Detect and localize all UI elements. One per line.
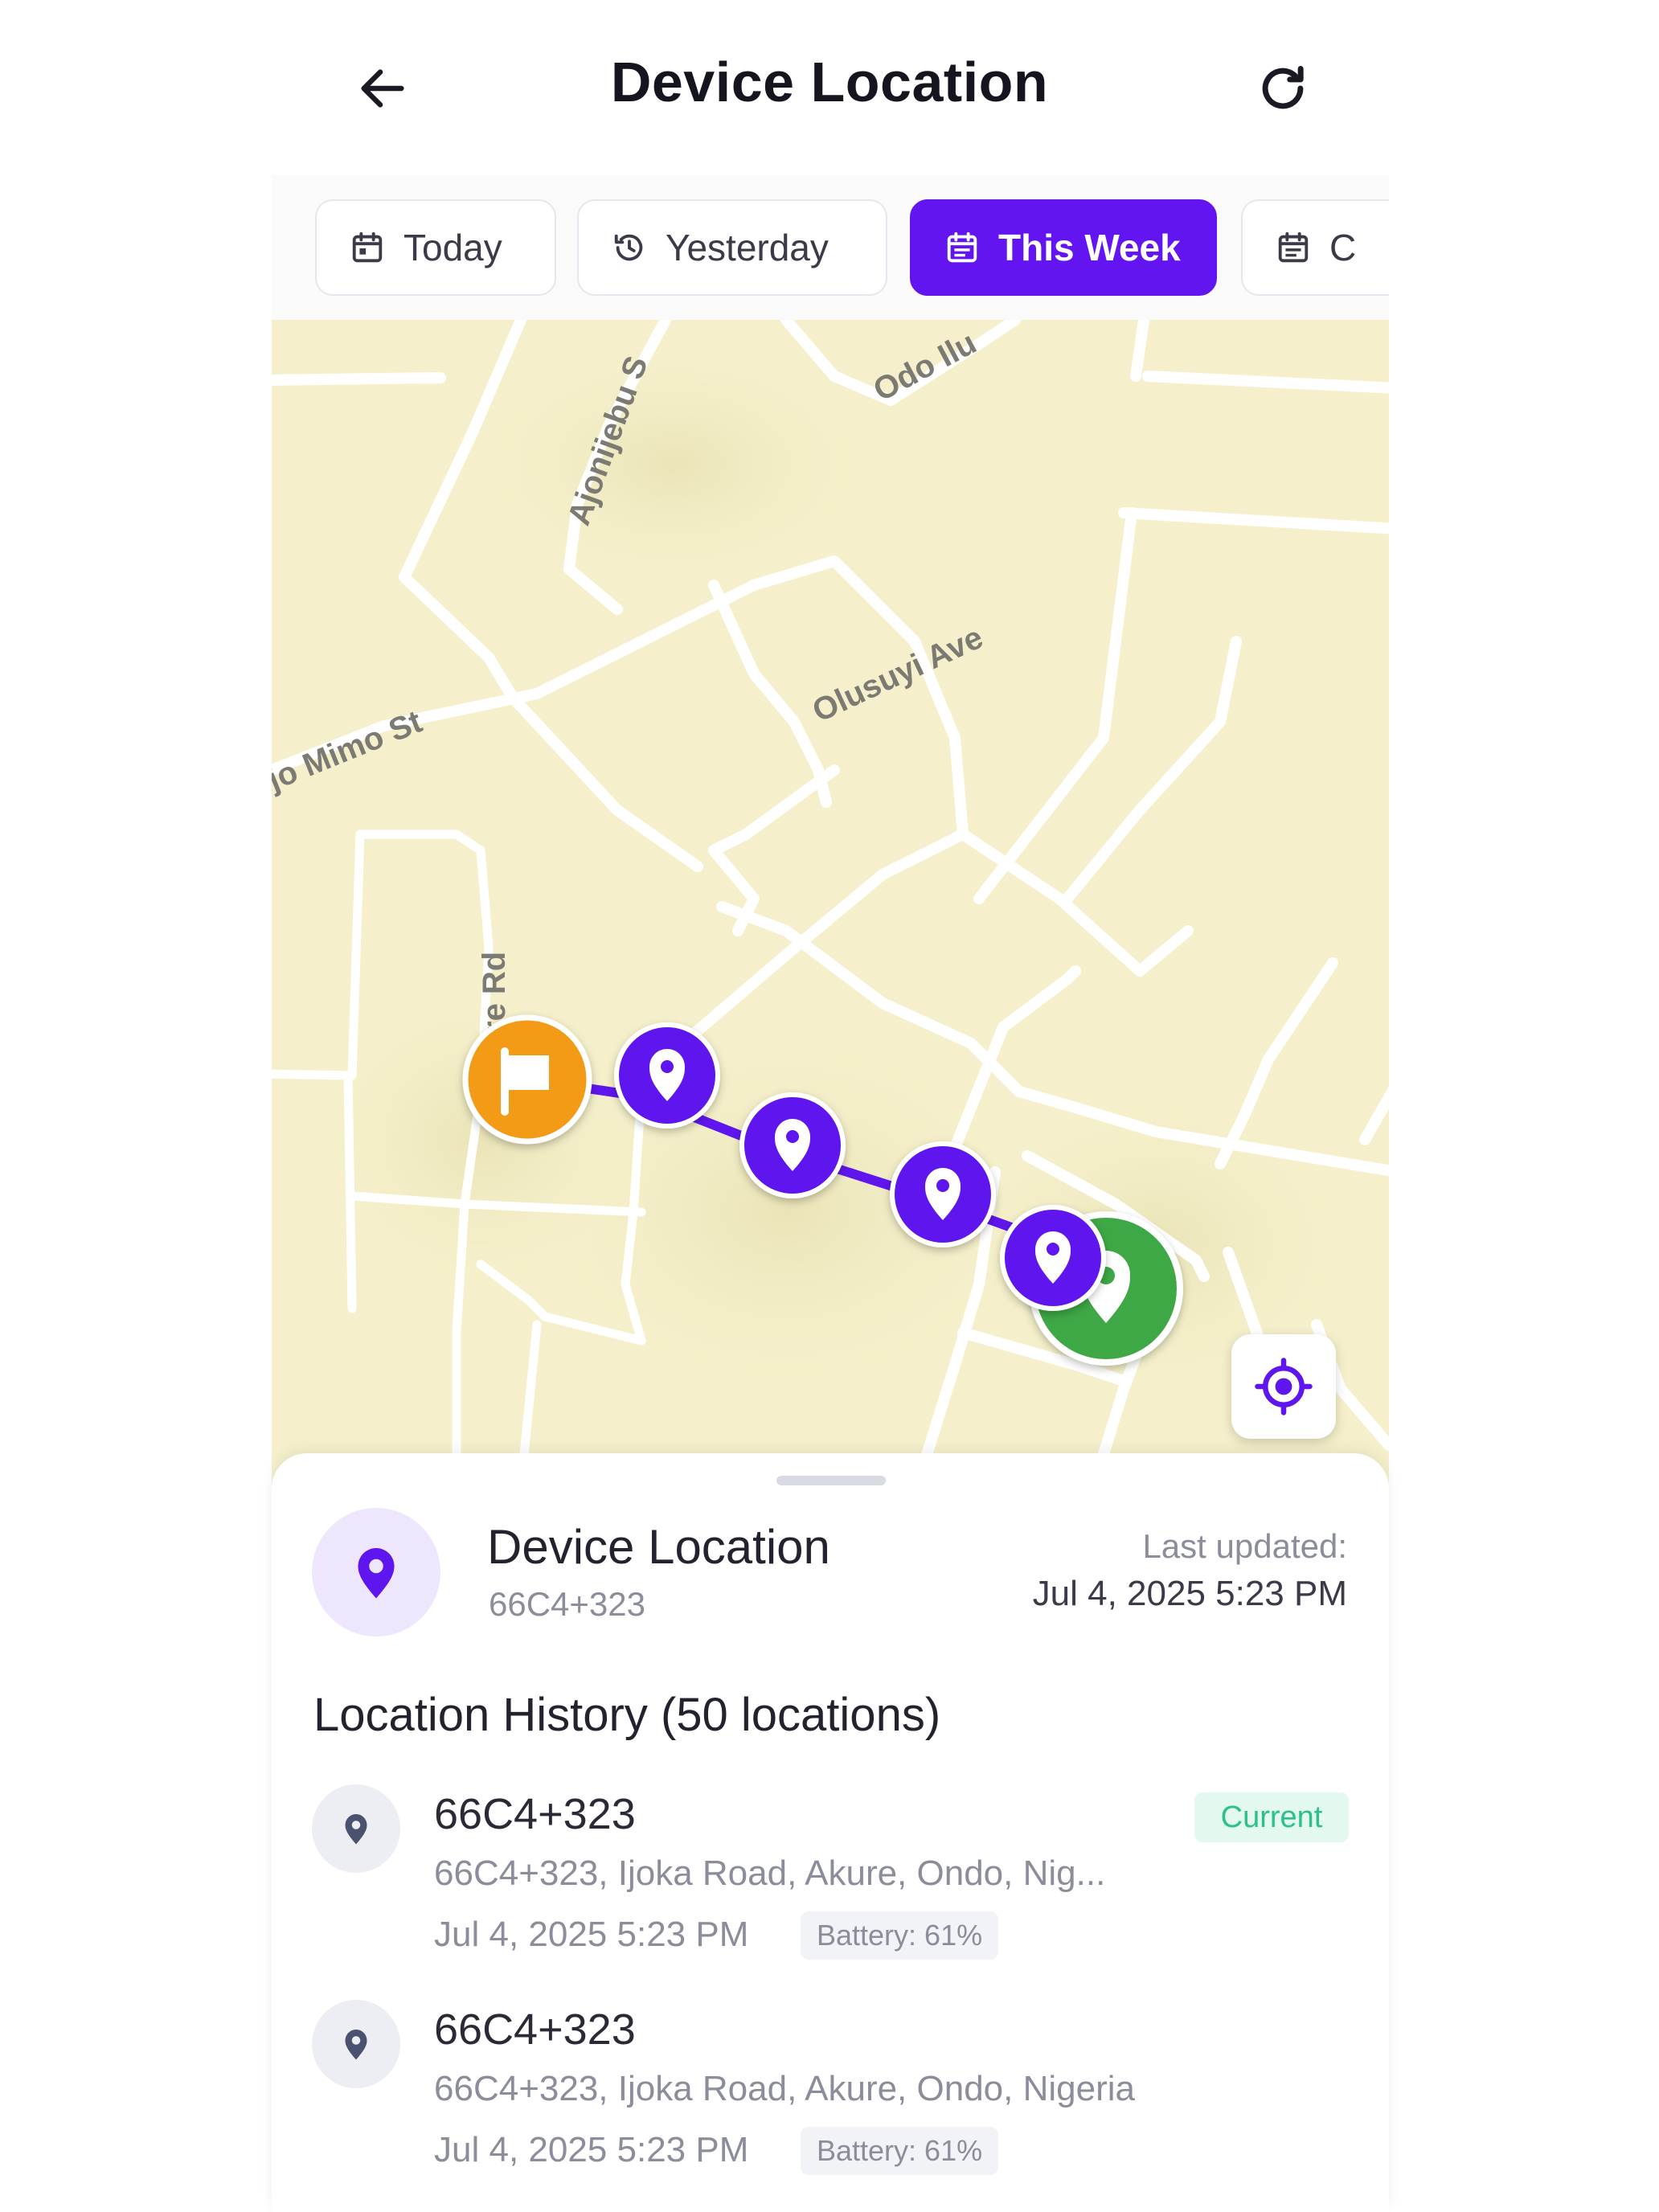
history-item-time: Jul 4, 2025 5:23 PM — [434, 1915, 749, 1954]
chip-custom[interactable]: C — [1241, 199, 1389, 296]
history-item-icon — [312, 1784, 400, 1873]
crosshair-icon — [1255, 1358, 1313, 1415]
battery-badge: Battery: 61% — [801, 1911, 999, 1960]
chip-this-week[interactable]: This Week — [910, 199, 1217, 296]
history-title: Location History (50 locations) — [313, 1689, 941, 1741]
chip-label: Today — [403, 227, 502, 268]
waypoint-marker[interactable] — [890, 1141, 996, 1247]
refresh-button[interactable] — [1235, 40, 1331, 137]
sheet-drag-handle[interactable] — [776, 1476, 886, 1485]
start-flag-marker[interactable] — [462, 1014, 592, 1145]
chip-label: This Week — [998, 227, 1181, 268]
map-pin-icon — [358, 1548, 395, 1599]
device-title: Device Location — [487, 1520, 830, 1574]
history-item-title: 66C4+323 — [434, 2005, 636, 2054]
waypoint-marker[interactable] — [614, 1022, 720, 1129]
history-item[interactable]: 66C4+323 66C4+323, Ijoka Road, Akure, On… — [312, 2000, 1357, 2193]
map-pin-icon — [345, 2030, 367, 2060]
device-avatar — [312, 1508, 440, 1636]
waypoint-marker[interactable] — [1000, 1205, 1106, 1311]
current-badge: Current — [1194, 1792, 1349, 1842]
refresh-icon — [1262, 66, 1304, 109]
history-item-address: 66C4+323, Ijoka Road, Akure, Ondo, Niger… — [434, 2069, 1135, 2108]
history-item-time: Jul 4, 2025 5:23 PM — [434, 2130, 749, 2169]
history-item-title: 66C4+323 — [434, 1790, 636, 1838]
calendar-icon — [352, 231, 383, 263]
chip-label: C — [1329, 227, 1357, 268]
map-pin-icon — [345, 1814, 367, 1845]
calendar-icon — [1278, 231, 1309, 263]
waypoint-marker[interactable] — [739, 1092, 846, 1198]
map-canvas: Ajonijebu S Odo Ilu Olusuyi Ave Ijo Mimo… — [272, 320, 1389, 1487]
chip-yesterday[interactable]: Yesterday — [577, 199, 887, 296]
last-updated-value: Jul 4, 2025 5:23 PM — [1032, 1574, 1347, 1613]
history-item-address: 66C4+323, Ijoka Road, Akure, Ondo, Nig..… — [434, 1854, 1106, 1893]
calendar-icon — [947, 231, 977, 263]
my-location-button[interactable] — [1231, 1334, 1336, 1439]
history-icon — [614, 234, 643, 261]
chip-today[interactable]: Today — [315, 199, 556, 296]
last-updated-label: Last updated: — [1142, 1527, 1347, 1565]
chip-label: Yesterday — [666, 227, 829, 268]
history-item-icon — [312, 2000, 400, 2088]
device-code: 66C4+323 — [489, 1585, 646, 1623]
page-title: Device Location — [610, 51, 1049, 113]
map-view[interactable]: Ajonijebu S Odo Ilu Olusuyi Ave Ijo Mimo… — [272, 320, 1389, 1487]
battery-badge: Battery: 61% — [801, 2127, 999, 2175]
date-filter-bar[interactable]: Today Yesterday This Week C — [272, 175, 1389, 320]
